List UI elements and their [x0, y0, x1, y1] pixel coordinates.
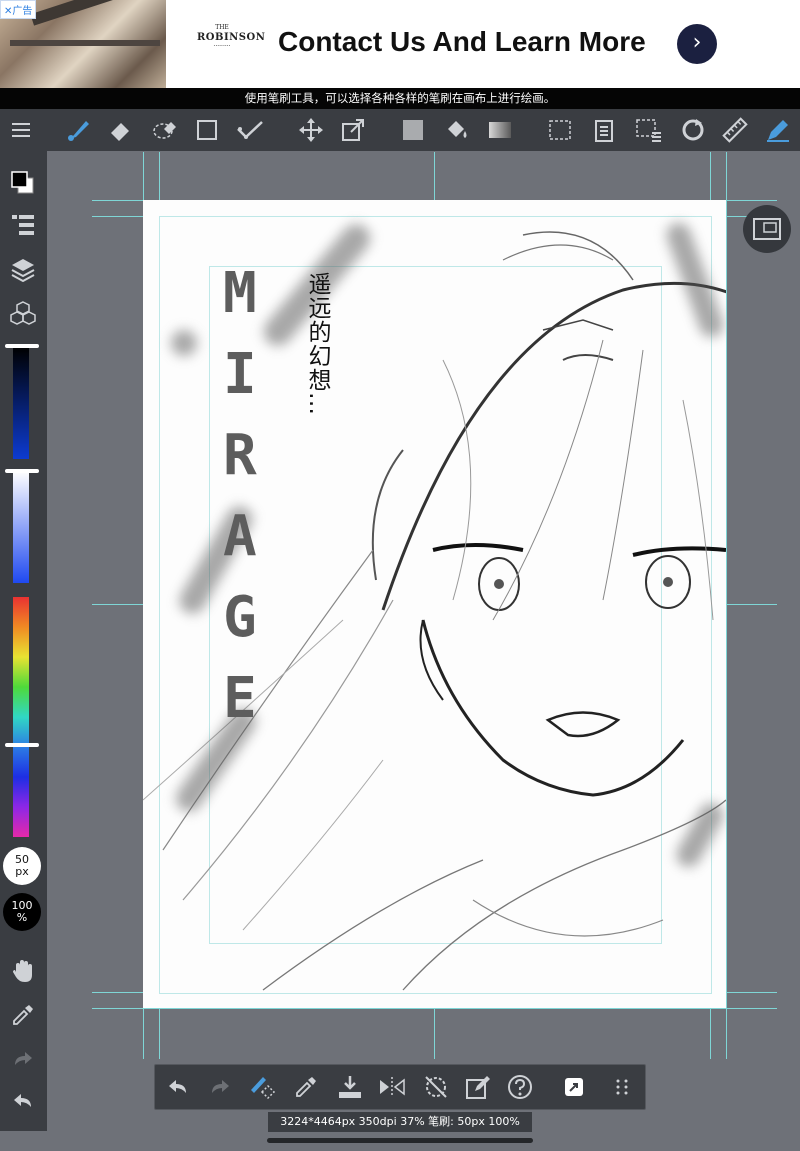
flip-icon[interactable]: [377, 1072, 407, 1102]
rectangle-icon[interactable]: [192, 115, 222, 145]
undo-icon[interactable]: [163, 1072, 193, 1102]
title-letter: I: [223, 342, 257, 407]
slider-handle[interactable]: [5, 743, 39, 747]
brush-list-icon[interactable]: [6, 209, 40, 241]
ad-title[interactable]: Contact Us And Learn More: [278, 26, 646, 58]
rotate-icon[interactable]: [678, 115, 708, 145]
smudge: [171, 330, 197, 356]
import-icon[interactable]: [335, 1072, 365, 1102]
ad-banner[interactable]: ✕广告 THE ROBINSON ········· Contact Us An…: [0, 0, 800, 88]
hand-icon[interactable]: [6, 955, 40, 987]
help-icon[interactable]: [505, 1072, 535, 1102]
title-letter: R: [223, 423, 257, 488]
more-grid-icon[interactable]: [607, 1072, 637, 1102]
gradient-icon[interactable]: [485, 115, 515, 145]
ad-close-badge[interactable]: ✕广告: [0, 0, 37, 19]
pen-icon[interactable]: [763, 115, 793, 145]
navigator-icon: [753, 218, 781, 240]
fill-color-icon[interactable]: [398, 115, 428, 145]
eyedropper-icon[interactable]: [291, 1072, 321, 1102]
guide-line: [434, 1008, 435, 1059]
hue-slider[interactable]: [13, 597, 29, 837]
select-rect-menu-icon[interactable]: [634, 115, 664, 145]
guide-line: [92, 1008, 777, 1009]
home-indicator[interactable]: [267, 1138, 533, 1143]
copy-icon[interactable]: [590, 115, 620, 145]
brush-eraser-toggle-icon[interactable]: [247, 1072, 277, 1102]
saturation-slider[interactable]: [13, 471, 29, 583]
left-sidebar: 50 px 100%: [0, 151, 47, 1131]
guide-line: [726, 604, 777, 605]
brightness-slider[interactable]: [13, 347, 29, 459]
brush-icon[interactable]: [63, 115, 93, 145]
ad-arrow-button[interactable]: ›: [677, 24, 717, 64]
undo-icon[interactable]: [6, 1085, 40, 1117]
title-letter: E: [223, 666, 257, 731]
guide-line: [92, 604, 144, 605]
vertical-caption: 遥远的幻想…: [304, 272, 330, 416]
ad-logo: THE ROBINSON ·········: [197, 24, 266, 50]
guide-line: [726, 152, 727, 1059]
checkmark-icon[interactable]: [235, 115, 265, 145]
top-toolbar: [0, 109, 800, 151]
share-icon[interactable]: [559, 1072, 589, 1102]
slider-handle[interactable]: [5, 344, 39, 348]
tool-hint: 使用笔刷工具，可以选择各种各样的笔刷在画布上进行绘画。: [0, 88, 800, 109]
redo-icon[interactable]: [6, 1043, 40, 1075]
rotate-reset-icon[interactable]: [421, 1072, 451, 1102]
redo-icon[interactable]: [205, 1072, 235, 1102]
bucket-icon[interactable]: [442, 115, 472, 145]
status-bar: 3224*4464px 350dpi 37% 笔刷: 50px 100%: [268, 1112, 532, 1132]
navigator-button[interactable]: [743, 205, 791, 253]
edit-icon[interactable]: [463, 1072, 493, 1102]
layers-icon[interactable]: [6, 253, 40, 285]
eyedropper-icon[interactable]: [6, 999, 40, 1031]
brush-size-button[interactable]: 50 px: [3, 847, 41, 885]
color-swatch-icon[interactable]: [6, 167, 40, 199]
lasso-eraser-icon[interactable]: [150, 115, 180, 145]
transform-icon[interactable]: [338, 115, 368, 145]
bottom-toolbar: [154, 1064, 646, 1110]
guide-line: [434, 152, 435, 202]
ruler-icon[interactable]: [720, 115, 750, 145]
title-letter: A: [223, 504, 257, 569]
slider-handle[interactable]: [5, 469, 39, 473]
opacity-button[interactable]: 100%: [3, 893, 41, 931]
eraser-icon[interactable]: [105, 115, 135, 145]
title-letter: M: [223, 261, 257, 326]
select-rect-icon[interactable]: [545, 115, 575, 145]
move-icon[interactable]: [296, 115, 326, 145]
drawing-canvas[interactable]: M I R A G E: [143, 200, 726, 1008]
menu-icon[interactable]: [6, 115, 36, 145]
materials-icon[interactable]: [6, 297, 40, 329]
title-letter: G: [223, 585, 257, 650]
